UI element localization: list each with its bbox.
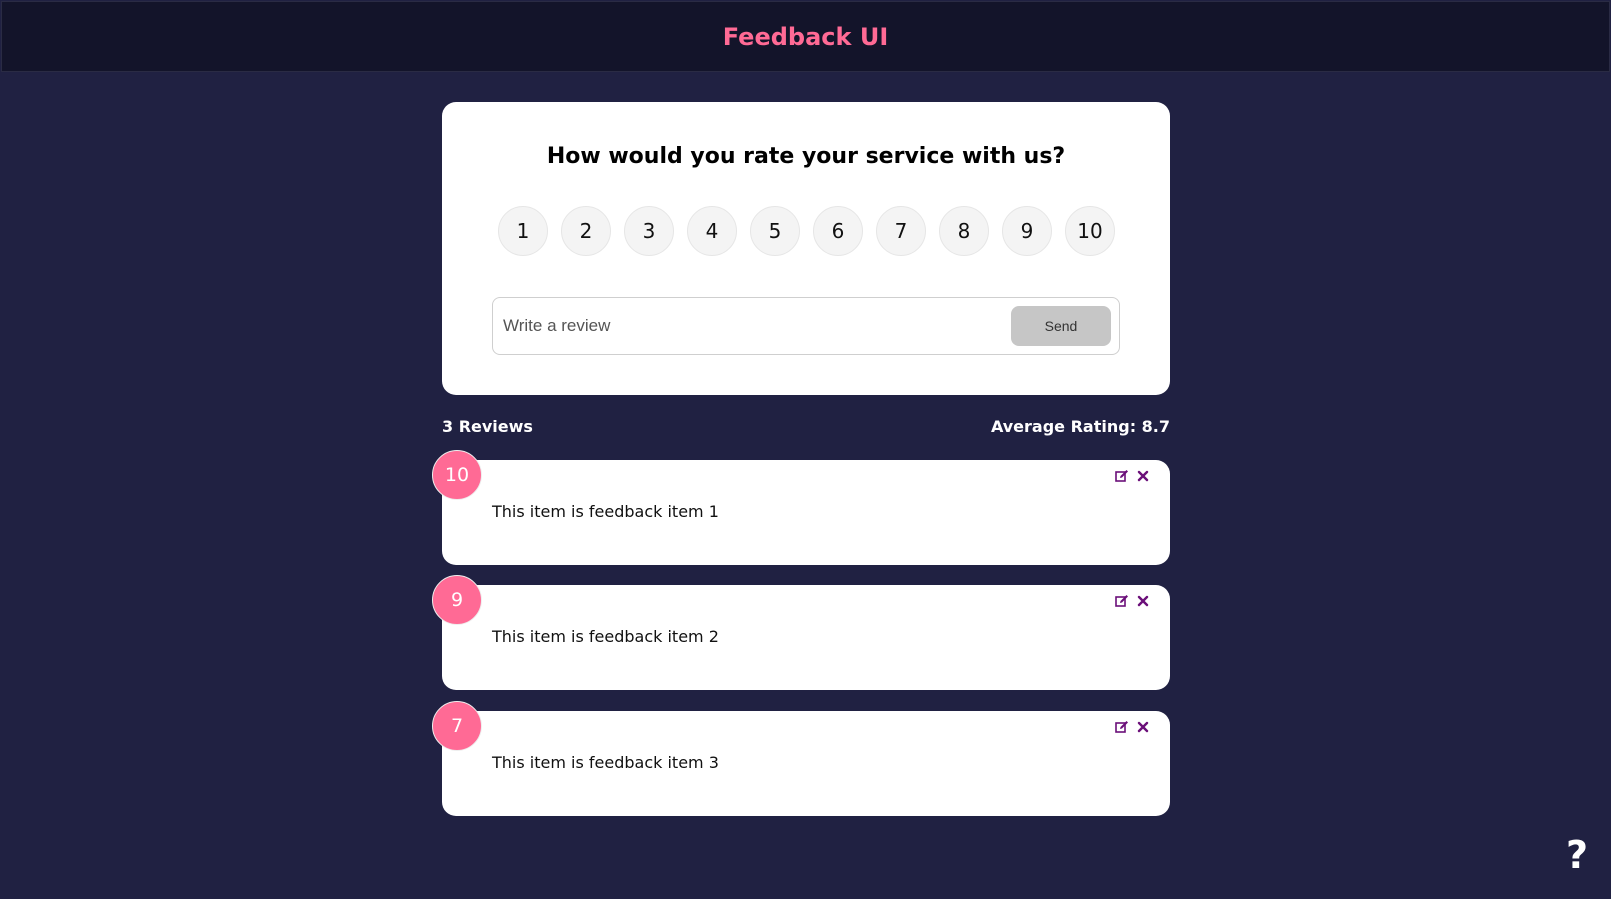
rating-question: How would you rate your service with us? bbox=[546, 144, 1066, 169]
feedback-stats: 3 Reviews Average Rating: 8.7 bbox=[442, 417, 1170, 439]
review-input-group: Send bbox=[492, 297, 1120, 355]
rating-card: How would you rate your service with us?… bbox=[442, 102, 1170, 395]
review-input[interactable] bbox=[503, 298, 1003, 354]
feedback-actions bbox=[1115, 720, 1150, 734]
average-rating: Average Rating: 8.7 bbox=[990, 417, 1170, 436]
feedback-text: This item is feedback item 2 bbox=[492, 627, 719, 646]
app-header: Feedback UI bbox=[1, 1, 1610, 72]
feedback-text: This item is feedback item 1 bbox=[492, 502, 719, 521]
rating-badge: 10 bbox=[432, 450, 482, 500]
rating-badge: 7 bbox=[432, 701, 482, 751]
rating-option-3[interactable]: 3 bbox=[624, 206, 674, 256]
rating-option-2[interactable]: 2 bbox=[561, 206, 611, 256]
rating-option-6[interactable]: 6 bbox=[813, 206, 863, 256]
feedback-actions bbox=[1115, 469, 1150, 483]
rating-option-1[interactable]: 1 bbox=[498, 206, 548, 256]
rating-option-10[interactable]: 10 bbox=[1065, 206, 1115, 256]
rating-options: 1 2 3 4 5 6 7 8 9 10 bbox=[498, 206, 1115, 256]
send-button[interactable]: Send bbox=[1011, 306, 1111, 346]
close-icon[interactable] bbox=[1136, 720, 1150, 734]
rating-badge: 9 bbox=[432, 575, 482, 625]
rating-option-5[interactable]: 5 bbox=[750, 206, 800, 256]
edit-icon[interactable] bbox=[1115, 720, 1129, 734]
rating-option-7[interactable]: 7 bbox=[876, 206, 926, 256]
feedback-item: 9 This item is feedback item 2 bbox=[432, 575, 1170, 690]
rating-option-4[interactable]: 4 bbox=[687, 206, 737, 256]
feedback-item: 10 This item is feedback item 1 bbox=[432, 450, 1170, 565]
app-title: Feedback UI bbox=[722, 22, 889, 51]
close-icon[interactable] bbox=[1136, 469, 1150, 483]
question-icon[interactable]: ? bbox=[1562, 833, 1592, 877]
close-icon[interactable] bbox=[1136, 594, 1150, 608]
edit-icon[interactable] bbox=[1115, 469, 1129, 483]
feedback-actions bbox=[1115, 594, 1150, 608]
edit-icon[interactable] bbox=[1115, 594, 1129, 608]
reviews-count: 3 Reviews bbox=[442, 417, 533, 436]
feedback-item: 7 This item is feedback item 3 bbox=[432, 701, 1170, 816]
rating-option-8[interactable]: 8 bbox=[939, 206, 989, 256]
rating-option-9[interactable]: 9 bbox=[1002, 206, 1052, 256]
feedback-text: This item is feedback item 3 bbox=[492, 753, 719, 772]
